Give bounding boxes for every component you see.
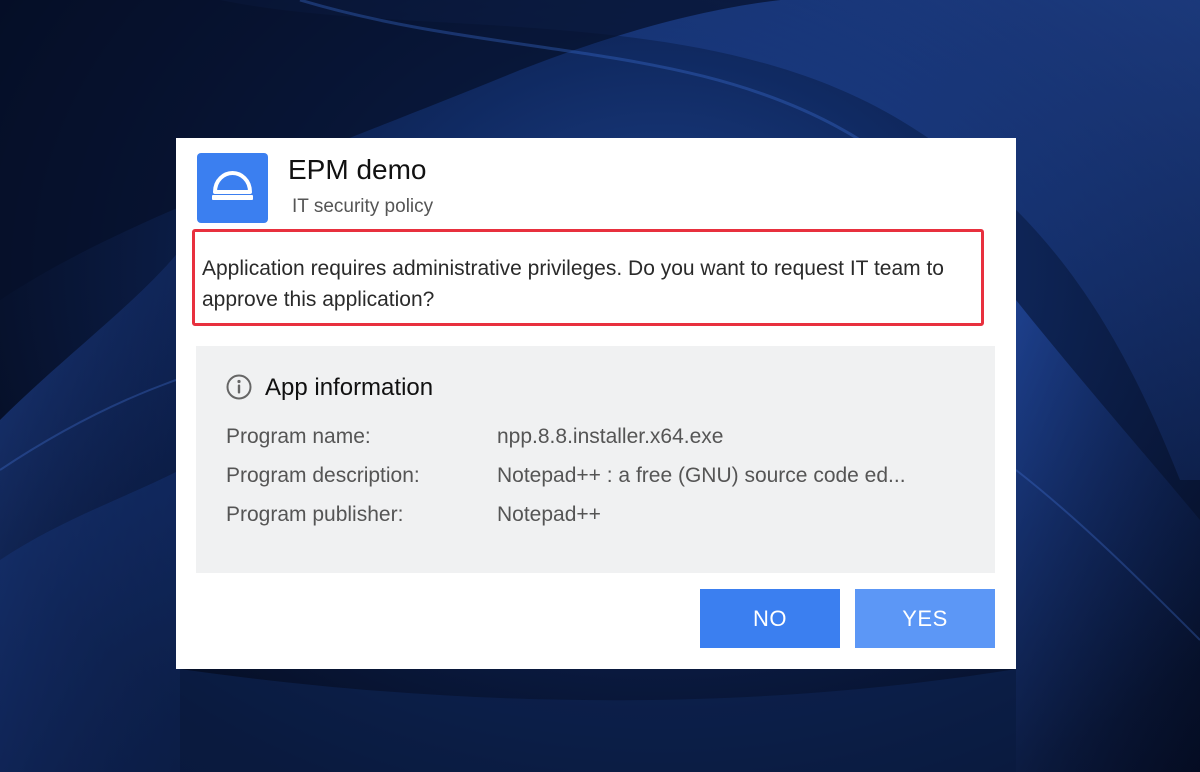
epm-dialog: EPM demo IT security policy Application … — [176, 138, 1016, 669]
yes-button[interactable]: YES — [855, 589, 995, 648]
privilege-message: Application requires administrative priv… — [202, 257, 944, 311]
no-button[interactable]: NO — [700, 589, 840, 648]
info-label: Program description: — [226, 464, 420, 487]
info-row-program-description: Program description: Notepad++ : a free … — [226, 461, 986, 491]
info-value: Notepad++ — [497, 503, 601, 526]
info-icon — [226, 374, 252, 400]
info-label: Program publisher: — [226, 503, 404, 526]
message-highlight: Application requires administrative priv… — [192, 229, 984, 326]
info-row-program-publisher: Program publisher: Notepad++ — [226, 500, 986, 530]
dialog-subtitle: IT security policy — [292, 196, 434, 217]
dialog-title: EPM demo — [288, 154, 427, 185]
desktop-background: EPM demo IT security policy Application … — [0, 0, 1200, 772]
info-value: Notepad++ : a free (GNU) source code ed.… — [497, 464, 906, 487]
app-info-heading: App information — [265, 374, 434, 401]
info-label: Program name: — [226, 425, 371, 448]
app-info-panel: App information Program name: npp.8.8.in… — [196, 346, 995, 573]
info-row-program-name: Program name: npp.8.8.installer.x64.exe — [226, 422, 986, 452]
helmet-icon — [197, 153, 268, 223]
info-value: npp.8.8.installer.x64.exe — [497, 425, 724, 448]
